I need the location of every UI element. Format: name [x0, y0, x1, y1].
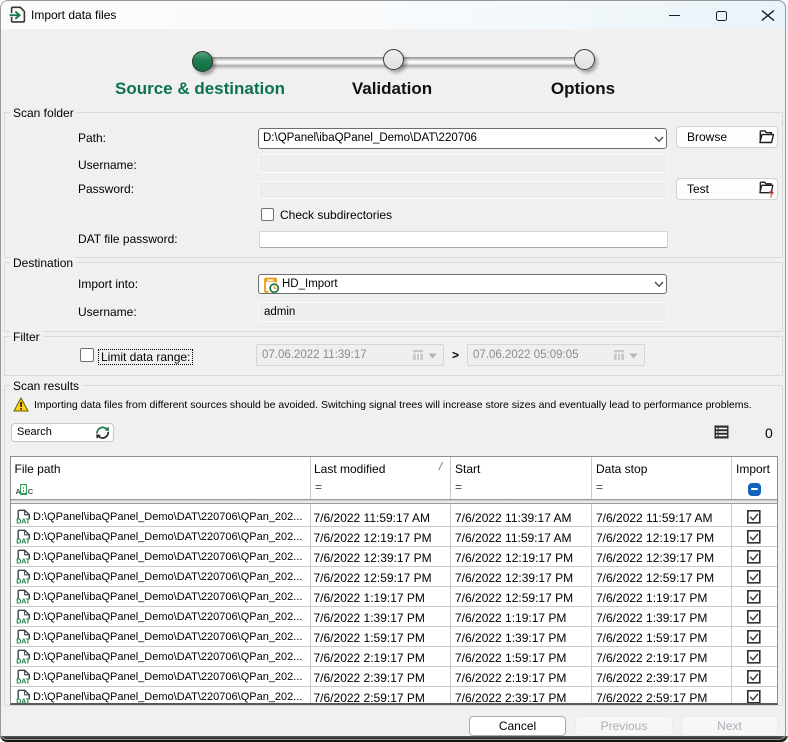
- svg-text:?: ?: [768, 190, 774, 200]
- svg-text:DAT: DAT: [16, 699, 31, 706]
- svg-text:DAT: DAT: [16, 519, 31, 526]
- svg-text:DAT: DAT: [16, 539, 31, 546]
- svg-text:DAT: DAT: [16, 559, 31, 566]
- svg-text:DAT: DAT: [16, 659, 31, 666]
- svg-text:DAT: DAT: [16, 619, 31, 626]
- svg-text:DAT: DAT: [16, 639, 31, 646]
- svg-text:DAT: DAT: [16, 599, 31, 606]
- svg-text:DAT: DAT: [16, 579, 31, 586]
- svg-text:DAT: DAT: [16, 679, 31, 686]
